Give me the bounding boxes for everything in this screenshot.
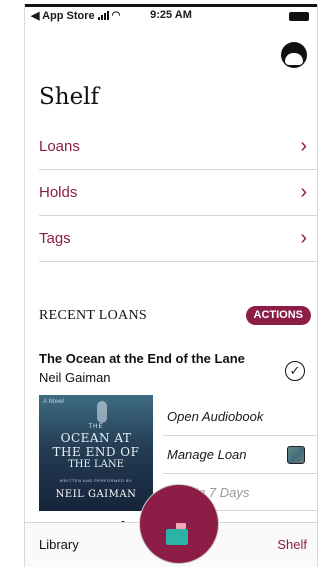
nav-item-loans[interactable]: Loans › [39, 124, 317, 170]
book-author: Neil Gaiman [39, 370, 111, 385]
tab-bar: Library Shelf [25, 485, 317, 567]
phone-screen: ◀ App Store ◠ 9:25 AM Shelf Loans › Hold… [24, 4, 318, 567]
actions-button[interactable]: ACTIONS [245, 306, 311, 325]
book-icon [166, 523, 188, 545]
page-title: Shelf [39, 84, 100, 110]
check-circle-icon[interactable]: ✓ [285, 361, 305, 381]
book-cover[interactable]: A Novel THE OCEAN AT THE END OF THE LANE… [39, 395, 153, 511]
manage-loan-label: Manage Loan [167, 447, 247, 462]
status-bar: ◀ App Store ◠ 9:25 AM [25, 7, 317, 25]
nav-item-label: Loans [39, 138, 80, 155]
chevron-right-icon: › [300, 135, 307, 157]
cover-title-line-2: THE END OF [52, 445, 140, 459]
status-time: 9:25 AM [150, 9, 192, 21]
recent-loans-heading: RECENT LOANS [39, 308, 147, 323]
battery-icon [289, 12, 309, 21]
cover-title-line-1: OCEAN AT [60, 431, 132, 445]
tab-library[interactable]: Library [39, 537, 79, 552]
cover-the: THE [88, 424, 104, 430]
cover-title-line-3: THE LANE [68, 459, 124, 470]
book-title[interactable]: The Ocean at the End of the Lane [39, 351, 245, 366]
book-icon-tab[interactable] [140, 485, 218, 563]
open-audiobook-label: Open Audiobook [167, 408, 264, 424]
nav-item-holds[interactable]: Holds › [39, 170, 317, 216]
open-audiobook-action[interactable]: Open Audiobook [163, 397, 317, 435]
cover-author: NEIL GAIMAN [55, 489, 137, 500]
cover-figure [97, 401, 107, 423]
nav-item-label: Holds [39, 184, 78, 201]
cover-kicker: A Novel [43, 399, 64, 405]
cover-credit: WRITTEN AND PERFORMED BY [59, 478, 133, 483]
chevron-right-icon: › [300, 227, 307, 249]
nav-item-label: Tags [39, 230, 71, 247]
notebook-icon [287, 446, 305, 464]
tab-shelf[interactable]: Shelf [277, 537, 307, 552]
account-icon[interactable] [281, 42, 307, 68]
nav-item-tags[interactable]: Tags › [39, 216, 317, 262]
chevron-right-icon: › [300, 181, 307, 203]
manage-loan-action[interactable]: Manage Loan [163, 435, 317, 473]
